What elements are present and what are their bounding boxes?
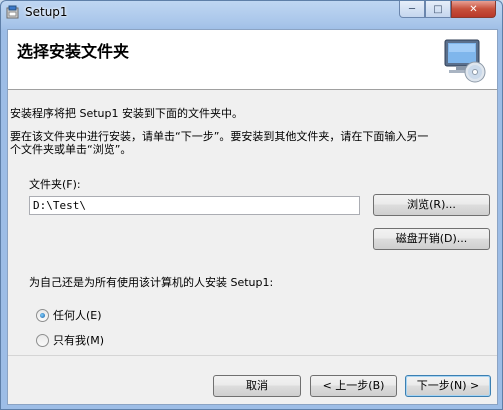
minimize-icon: ─ xyxy=(408,3,416,15)
radio-everyone-label[interactable]: 任何人(E) xyxy=(53,309,102,322)
browse-button[interactable]: 浏览(R)... xyxy=(373,194,490,216)
folder-label: 文件夹(F): xyxy=(29,178,81,191)
maximize-button[interactable]: □ xyxy=(425,1,451,18)
folder-path-input[interactable] xyxy=(29,196,360,215)
radio-just-me[interactable] xyxy=(36,334,49,347)
footer-divider xyxy=(8,355,497,356)
radio-everyone[interactable] xyxy=(36,309,49,322)
window-title: Setup1 xyxy=(25,5,68,19)
next-button[interactable]: 下一步(N) > xyxy=(405,375,491,397)
title-bar[interactable]: Setup1 ─ □ ✕ xyxy=(1,1,502,23)
maximize-icon: □ xyxy=(433,3,443,15)
disk-cost-button[interactable]: 磁盘开销(D)... xyxy=(373,228,490,250)
instruction-text-line1: 要在该文件夹中进行安装，请单击“下一步”。要安装到其他文件夹，请在下面输入另一 xyxy=(10,130,429,143)
page-title: 选择安装文件夹 xyxy=(17,42,130,61)
close-button[interactable]: ✕ xyxy=(451,1,496,18)
dialog-header: 选择安装文件夹 xyxy=(8,30,497,90)
radio-just-me-label[interactable]: 只有我(M) xyxy=(53,334,104,347)
computer-cd-icon xyxy=(444,39,486,83)
instruction-text-line2: 个文件夹或单击“浏览”。 xyxy=(10,143,132,156)
installer-app-icon xyxy=(6,5,19,19)
close-icon: ✕ xyxy=(469,3,478,15)
cancel-button[interactable]: 取消 xyxy=(213,375,301,397)
install-for-question: 为自己还是为所有使用该计算机的人安装 Setup1: xyxy=(29,276,274,289)
caption-buttons: ─ □ ✕ xyxy=(399,1,496,19)
dialog-client-area: 选择安装文件夹 安装程序将把 Setup1 安装到下面的文件夹中。 要在该文件夹… xyxy=(7,29,498,405)
minimize-button[interactable]: ─ xyxy=(399,1,425,18)
back-button[interactable]: < 上一步(B) xyxy=(310,375,397,397)
setup-window: Setup1 ─ □ ✕ 选择安装文件夹 安装程序将把 Setup1 安装到下面… xyxy=(0,0,503,410)
intro-text: 安装程序将把 Setup1 安装到下面的文件夹中。 xyxy=(10,107,244,120)
